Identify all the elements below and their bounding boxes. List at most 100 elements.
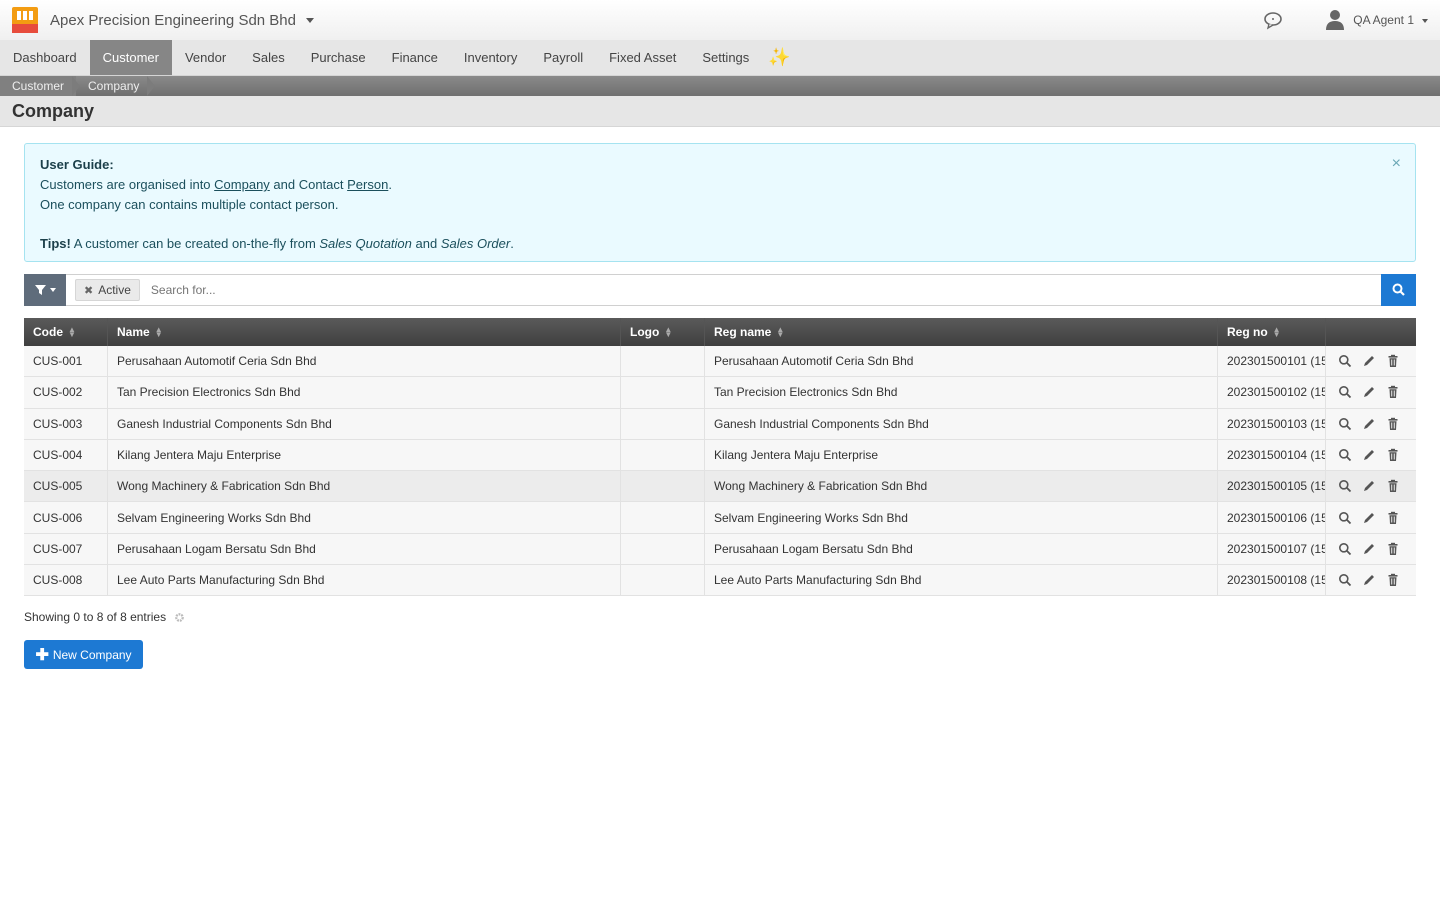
column-header-reg-name[interactable]: Reg name ▲ ▼ — [705, 318, 1218, 346]
column-header-name[interactable]: Name ▲ ▼ — [108, 318, 621, 346]
nav-customer[interactable]: Customer — [89, 40, 172, 75]
table-row[interactable]: CUS-003 Ganesh Industrial Components Sdn … — [24, 408, 1416, 440]
view-icon[interactable] — [1338, 448, 1352, 462]
cell-code: CUS-002 — [24, 377, 108, 408]
guide-text: Customers are organised into — [40, 177, 215, 192]
nav-payroll[interactable]: Payroll — [530, 40, 596, 75]
filter-icon — [34, 284, 46, 295]
delete-icon[interactable] — [1386, 354, 1400, 368]
company-link[interactable]: Company — [214, 177, 270, 192]
cell-reg-no: 202301500106 (15 — [1218, 502, 1326, 533]
delete-icon[interactable] — [1386, 448, 1400, 462]
table-row[interactable]: CUS-002 Tan Precision Electronics Sdn Bhd… — [24, 377, 1416, 409]
nav-settings[interactable]: Settings — [689, 40, 762, 75]
user-avatar-icon[interactable] — [1325, 9, 1345, 31]
table-body: CUS-001 Perusahaan Automotif Ceria Sdn Bh… — [24, 346, 1416, 597]
user-guide-alert: × User Guide: Customers are organised in… — [24, 143, 1416, 262]
chip-label: Active — [98, 283, 131, 297]
column-header-logo[interactable]: Logo ▲ ▼ — [621, 318, 705, 346]
company-name-label: Apex Precision Engineering Sdn Bhd — [50, 11, 296, 29]
main-nav: Dashboard Customer Vendor Sales Purchase… — [0, 40, 1440, 76]
edit-icon[interactable] — [1362, 542, 1376, 556]
cell-name: Selvam Engineering Works Sdn Bhd — [108, 502, 621, 533]
table-row[interactable]: CUS-005 Wong Machinery & Fabrication Sdn … — [24, 471, 1416, 503]
nav-finance[interactable]: Finance — [379, 40, 451, 75]
cell-reg-name: Perusahaan Automotif Ceria Sdn Bhd — [705, 346, 1218, 377]
gear-icon[interactable] — [174, 612, 185, 623]
cell-reg-no: 202301500107 (15 — [1218, 533, 1326, 565]
cell-name: Ganesh Industrial Components Sdn Bhd — [108, 408, 621, 439]
delete-icon[interactable] — [1386, 511, 1400, 525]
edit-icon[interactable] — [1362, 511, 1376, 525]
view-icon[interactable] — [1338, 511, 1352, 525]
nav-fixed-asset[interactable]: Fixed Asset — [596, 40, 689, 75]
sort-icon: ▲ ▼ — [776, 325, 785, 339]
cell-reg-no: 202301500102 (15 — [1218, 377, 1326, 408]
view-icon[interactable] — [1338, 417, 1352, 431]
chat-icon[interactable] — [1263, 10, 1283, 30]
active-filter-chip[interactable]: ✖ Active — [75, 279, 140, 301]
column-header-code[interactable]: Code ▲ ▼ — [24, 318, 108, 346]
nav-dashboard[interactable]: Dashboard — [0, 40, 90, 75]
cell-code: CUS-003 — [24, 408, 108, 439]
delete-icon[interactable] — [1386, 573, 1400, 587]
search-input[interactable] — [139, 275, 1381, 305]
delete-icon[interactable] — [1386, 385, 1400, 399]
edit-icon[interactable] — [1362, 573, 1376, 587]
cell-name: Perusahaan Logam Bersatu Sdn Bhd — [108, 533, 621, 565]
delete-icon[interactable] — [1386, 479, 1400, 493]
guide-text: A customer can be created on-the-fly fro… — [70, 236, 320, 251]
close-icon[interactable]: × — [1392, 154, 1401, 174]
cell-name: Wong Machinery & Fabrication Sdn Bhd — [108, 471, 621, 502]
view-icon[interactable] — [1338, 479, 1352, 493]
guide-text: and — [411, 236, 441, 251]
breadcrumb-customer[interactable]: Customer — [0, 76, 81, 96]
table-row[interactable]: CUS-007 Perusahaan Logam Bersatu Sdn Bhd P… — [24, 533, 1416, 566]
cell-actions — [1326, 502, 1416, 532]
cell-actions — [1326, 377, 1416, 407]
cell-logo — [621, 533, 705, 565]
chevron-down-icon — [49, 287, 56, 292]
company-table: Code ▲ ▼ Name ▲ ▼ Logo ▲ ▼ Reg name ▲ ▼ Reg no ▲ ▼… — [24, 318, 1416, 597]
table-row[interactable]: CUS-008 Lee Auto Parts Manufacturing Sdn … — [24, 565, 1416, 597]
remove-icon[interactable]: ✖ — [84, 284, 93, 297]
table-row[interactable]: CUS-004 Kilang Jentera Maju Enterprise Kil… — [24, 439, 1416, 472]
edit-icon[interactable] — [1362, 385, 1376, 399]
delete-icon[interactable] — [1386, 417, 1400, 431]
view-icon[interactable] — [1338, 385, 1352, 399]
cell-reg-no: 202301500105 (15 — [1218, 471, 1326, 502]
cell-actions — [1326, 409, 1416, 439]
view-icon[interactable] — [1338, 573, 1352, 587]
tips-label: Tips! — [40, 236, 71, 251]
sort-icon: ▲ ▼ — [154, 325, 163, 339]
edit-icon[interactable] — [1362, 448, 1376, 462]
edit-icon[interactable] — [1362, 479, 1376, 493]
table-row[interactable]: CUS-001 Perusahaan Automotif Ceria Sdn Bh… — [24, 346, 1416, 378]
delete-icon[interactable] — [1386, 542, 1400, 556]
new-company-button[interactable]: ✚ New Company — [24, 640, 143, 669]
edit-icon[interactable] — [1362, 354, 1376, 368]
column-header-reg-no[interactable]: Reg no ▲ ▼ — [1218, 318, 1326, 346]
view-icon[interactable] — [1338, 354, 1352, 368]
cell-reg-no: 202301500101 (15 — [1218, 346, 1326, 377]
nav-vendor[interactable]: Vendor — [172, 40, 239, 75]
view-icon[interactable] — [1338, 542, 1352, 556]
cell-logo — [621, 408, 705, 439]
page-title: Company — [0, 96, 1440, 127]
person-link[interactable]: Person — [347, 177, 388, 192]
nav-inventory[interactable]: Inventory — [451, 40, 530, 75]
table-header: Code ▲ ▼ Name ▲ ▼ Logo ▲ ▼ Reg name ▲ ▼ Reg no ▲ ▼ — [24, 318, 1416, 346]
cell-code: CUS-008 — [24, 565, 108, 596]
breadcrumb-company[interactable]: Company — [76, 76, 156, 96]
table-row[interactable]: CUS-006 Selvam Engineering Works Sdn Bhd S… — [24, 502, 1416, 534]
column-label: Reg name — [714, 325, 772, 339]
filter-button[interactable] — [24, 273, 66, 306]
sparkles-icon[interactable]: ✨ — [762, 40, 796, 75]
company-selector[interactable]: Apex Precision Engineering Sdn Bhd — [50, 12, 314, 29]
user-menu[interactable]: QA Agent 1 — [1353, 13, 1428, 27]
entries-info: Showing 0 to 8 of 8 entries — [24, 610, 185, 624]
nav-sales[interactable]: Sales — [239, 40, 298, 75]
search-button[interactable] — [1381, 273, 1416, 306]
nav-purchase[interactable]: Purchase — [298, 40, 379, 75]
edit-icon[interactable] — [1362, 417, 1376, 431]
